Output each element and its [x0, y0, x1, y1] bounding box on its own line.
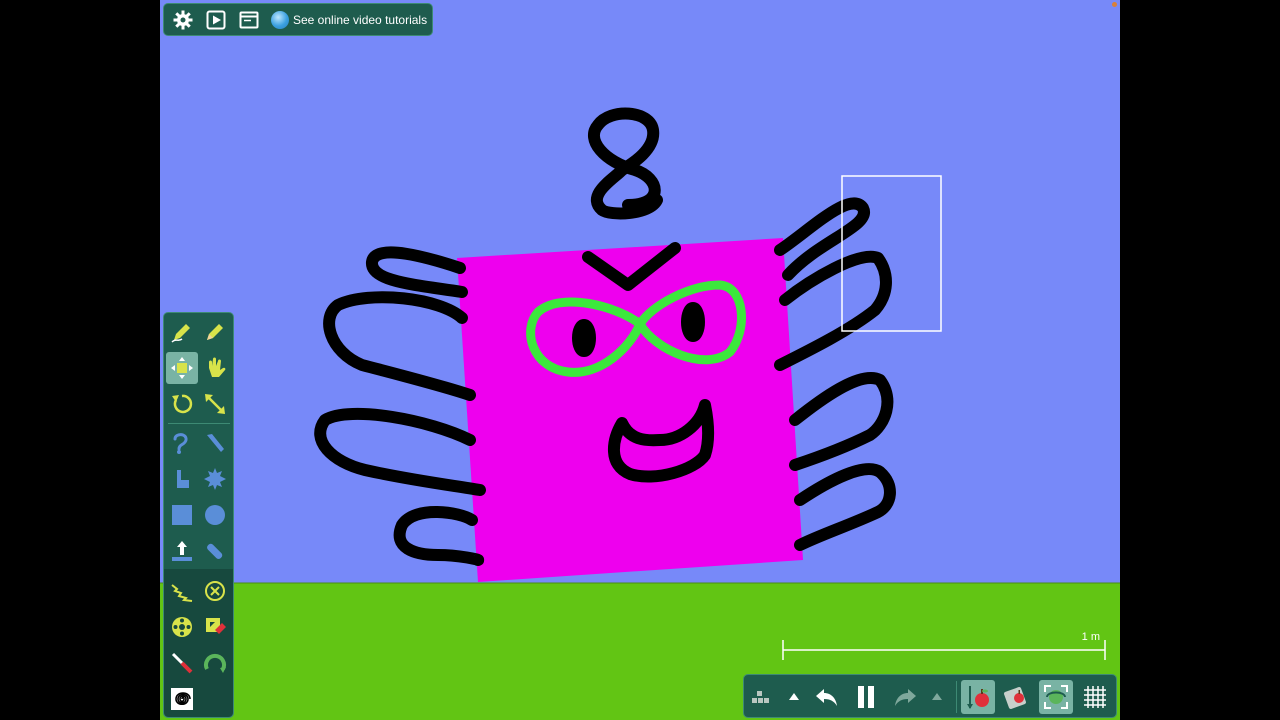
tape-tool[interactable]	[199, 535, 231, 567]
follow-camera-button[interactable]	[1039, 680, 1073, 714]
resize-arrows-icon	[205, 394, 225, 414]
gear-shape-icon	[204, 468, 226, 490]
thruster-icon	[172, 541, 192, 561]
remove-tool[interactable]	[199, 575, 231, 607]
square-icon	[172, 505, 192, 525]
move-arrows-icon	[171, 357, 193, 379]
knife-tool[interactable]	[199, 427, 231, 459]
right-eye	[681, 302, 705, 342]
rotate-tool[interactable]	[166, 388, 198, 420]
top-toolbar: See online video tutorials	[163, 3, 433, 36]
spring-icon	[171, 584, 193, 602]
apple-gravity-icon	[967, 686, 989, 709]
hinge-tool[interactable]	[166, 463, 198, 495]
play-video-button[interactable]	[203, 7, 229, 33]
scale-bar: 1 m	[782, 630, 1106, 660]
rope-icon	[173, 433, 188, 454]
drag-tool[interactable]	[199, 352, 231, 384]
tool-palette	[163, 312, 234, 718]
window-button[interactable]	[236, 7, 262, 33]
hinge-icon	[177, 470, 189, 488]
hand-icon	[209, 357, 226, 377]
palette-divider	[168, 423, 230, 424]
layers-button[interactable]	[743, 680, 777, 714]
video-tutorials-label: See online video tutorials	[293, 12, 428, 27]
tape-icon	[207, 543, 223, 559]
simulation-canvas[interactable]	[160, 0, 1120, 720]
spring-tool[interactable]	[166, 575, 198, 607]
eraser-icon	[206, 618, 226, 634]
pause-button[interactable]	[849, 680, 883, 714]
pen-tool[interactable]	[199, 316, 231, 348]
gear-shape-tool[interactable]	[199, 463, 231, 495]
scale-tool[interactable]	[199, 388, 231, 420]
left-eye	[572, 319, 596, 357]
spiral-icon	[171, 688, 193, 710]
settings-button[interactable]	[170, 7, 196, 33]
bottom-toolbar	[743, 674, 1117, 718]
friction-button[interactable]	[1000, 680, 1034, 714]
circle-icon	[205, 505, 225, 525]
weld-tool[interactable]	[166, 647, 198, 679]
motor-tool[interactable]	[199, 647, 231, 679]
pause-icon	[858, 686, 874, 708]
cross-circle-icon	[205, 581, 225, 601]
triangle-up-icon	[932, 693, 942, 700]
triangle-up-icon	[789, 693, 799, 700]
hypno-tool[interactable]	[166, 683, 198, 715]
rope-tool[interactable]	[166, 427, 198, 459]
undo-menu-button[interactable]	[777, 680, 811, 714]
status-dot	[1112, 2, 1117, 7]
weld-icon	[171, 652, 193, 674]
play-square-icon	[206, 10, 226, 29]
globe-icon	[271, 10, 289, 29]
knife-icon	[207, 434, 224, 452]
undo-button[interactable]	[810, 680, 844, 714]
redo-arrow-icon	[895, 689, 916, 706]
thruster-tool[interactable]	[166, 535, 198, 567]
wheel-icon	[172, 617, 192, 637]
rotate-icon	[172, 394, 193, 414]
redo-button[interactable]	[888, 680, 922, 714]
eraser-tool[interactable]	[199, 611, 231, 643]
toolbar-divider	[956, 681, 957, 713]
scale-ruler	[782, 640, 1106, 660]
scene[interactable]	[160, 0, 1120, 720]
grid-button[interactable]	[1078, 680, 1112, 714]
circle-tool[interactable]	[199, 499, 231, 531]
draw-tool[interactable]	[166, 316, 198, 348]
apple-box-icon	[1004, 687, 1026, 709]
redo-menu-button[interactable]	[920, 680, 954, 714]
blocks-icon	[752, 691, 769, 703]
grid-icon	[1084, 686, 1106, 708]
camera-target-icon	[1044, 685, 1068, 709]
undo-arrow-icon	[816, 689, 837, 706]
pencil-icon	[207, 324, 223, 340]
move-tool[interactable]	[166, 352, 198, 384]
video-tutorials-link[interactable]: See online video tutorials	[271, 10, 428, 29]
motor-icon	[204, 653, 226, 673]
wheel-tool[interactable]	[166, 611, 198, 643]
gear-icon	[173, 10, 193, 29]
gravity-button[interactable]	[961, 680, 995, 714]
window-icon	[239, 11, 259, 28]
pencil-scribble-icon	[171, 324, 190, 343]
box-tool[interactable]	[166, 499, 198, 531]
